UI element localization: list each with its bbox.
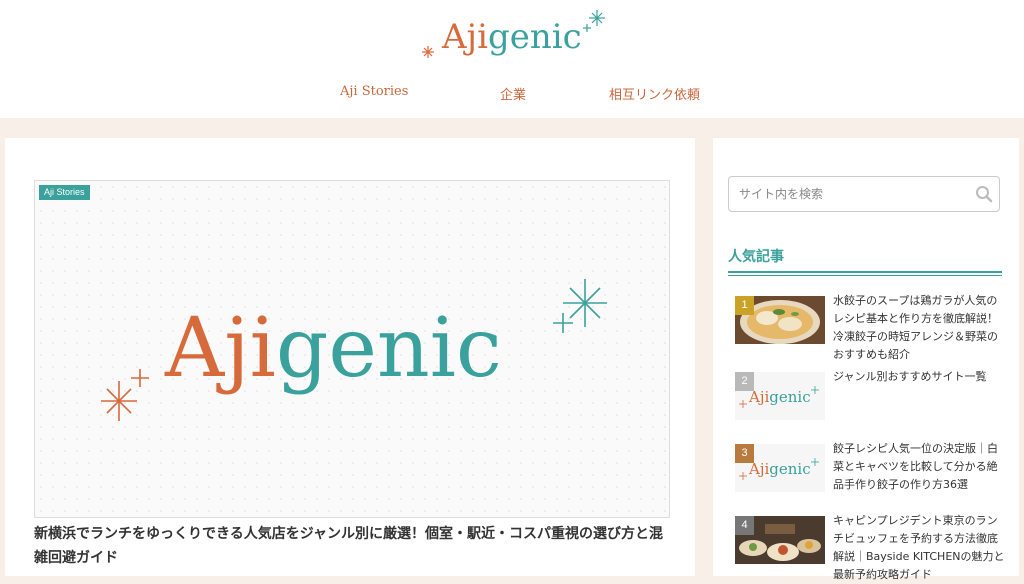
popular-item-title[interactable]: ジャンル別おすすめサイト一覧	[833, 368, 1005, 386]
popular-item-title[interactable]: キャピンプレジデント東京のランチビュッフェを予約する方法徹底解説｜Bayside…	[833, 512, 1005, 584]
featured-logo-graphic: Ajigenic	[101, 279, 607, 421]
search-box	[728, 176, 1000, 212]
svg-text:Ajigenic: Ajigenic	[748, 460, 811, 478]
site-logo[interactable]: Ajigenic	[420, 6, 610, 62]
svg-text:Ajigenic: Ajigenic	[748, 388, 811, 406]
rank-badge: 4	[735, 516, 754, 535]
rank-badge: 3	[735, 444, 754, 463]
popular-item-title[interactable]: 水餃子のスープは鶏ガラが人気のレシピ基本と作り方を徹底解説！冷凍餃子の時短アレン…	[833, 292, 1005, 364]
nav-link-request[interactable]: 相互リンク依頼	[609, 84, 700, 103]
sparkle-left-icon	[422, 46, 434, 58]
logo-graphic: Ajigenic	[422, 10, 605, 58]
featured-image[interactable]: Ajigenic Aji Stories	[34, 180, 670, 518]
featured-article-title[interactable]: 新横浜でランチをゆっくりできる人気店をジャンル別に厳選！個室・駅近・コスパ重視の…	[34, 522, 674, 570]
main-nav: Aji Stories 企業 相互リンク依頼	[0, 84, 1024, 106]
hero-sparkle-left-icon	[101, 369, 149, 421]
popular-heading: 人気記事	[728, 249, 784, 265]
heading-divider	[728, 271, 1002, 273]
rank-badge: 2	[735, 372, 754, 391]
search-input[interactable]	[729, 177, 979, 211]
hero-wordmark: Ajigenic	[164, 301, 502, 396]
hero-sparkle-right-icon	[553, 279, 607, 333]
main-content: Ajigenic Aji Stories 新横浜でランチをゆっくりできる人気店を…	[5, 138, 695, 576]
sidebar: 人気記事 1 水餃子のスープは鶏ガラが人気のレシピ基本と作り方を徹底解説！冷凍餃…	[713, 138, 1019, 581]
popular-item-title[interactable]: 餃子レシピ人気一位の決定版｜白菜とキャベツを比較して分かる絶品手作り餃子の作り方…	[833, 440, 1005, 494]
sparkle-right-icon	[583, 10, 605, 32]
nav-aji-stories[interactable]: Aji Stories	[340, 84, 408, 99]
nav-company[interactable]: 企業	[500, 84, 526, 103]
logo-wordmark: Ajigenic	[441, 17, 582, 57]
site-header: Ajigenic Aji Stories 企業 相互リンク依頼	[0, 0, 1024, 118]
category-badge[interactable]: Aji Stories	[39, 185, 90, 200]
search-icon[interactable]	[975, 185, 993, 203]
heading-divider-thin	[728, 275, 1002, 276]
rank-badge: 1	[735, 296, 754, 315]
